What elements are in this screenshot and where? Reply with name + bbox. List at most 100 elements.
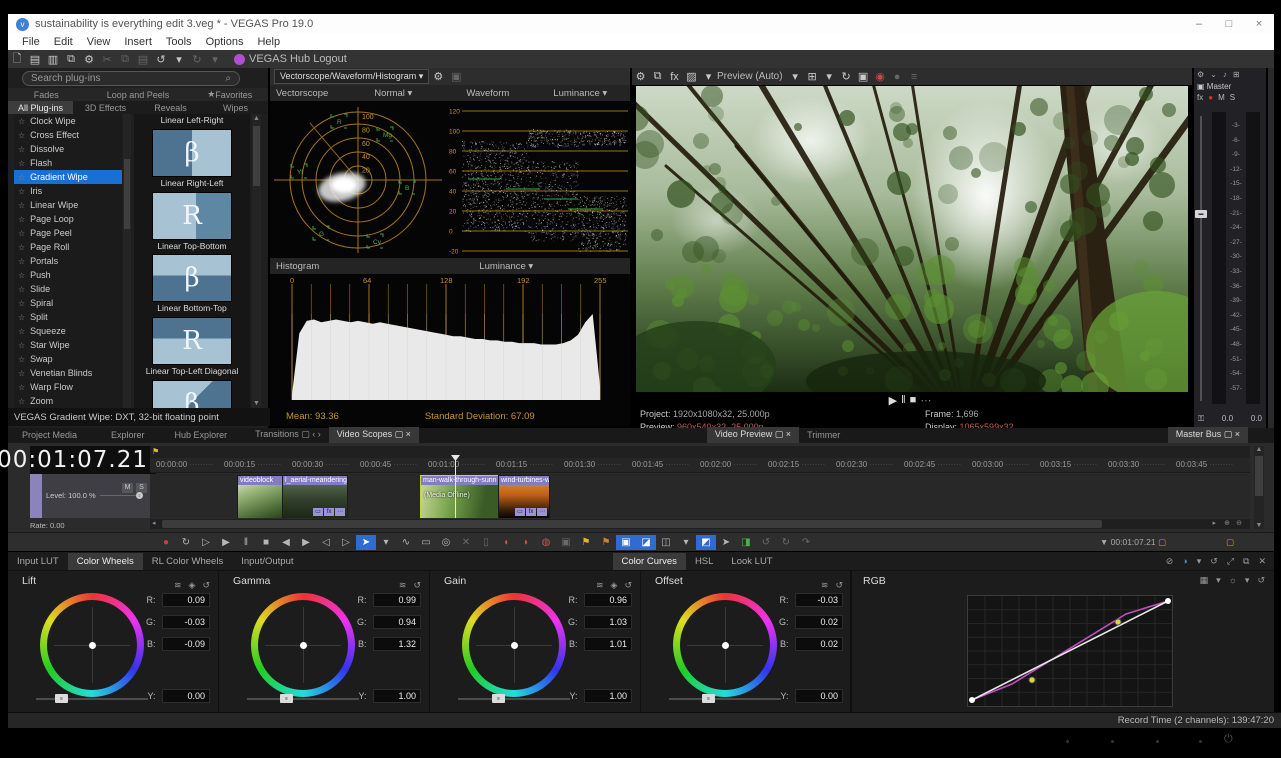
zoom-tool-button[interactable]: ◎ <box>436 535 456 550</box>
plugin-item[interactable]: ☆ Page Peel <box>14 226 122 240</box>
menu-help[interactable]: Help <box>250 36 287 48</box>
audio-fade-in-button[interactable]: ◖ <box>496 535 516 550</box>
insert-video-track-button[interactable]: ▣ <box>616 534 636 550</box>
plugin-item[interactable]: ☆ Page Roll <box>14 240 122 254</box>
preset-scrollbar[interactable]: ▲ ▼ <box>252 114 261 408</box>
timeline-events-lane[interactable]: videoblock l_aerial-meandering ▭ fx ⋯ man-… <box>150 474 1250 518</box>
wheel-slider-handle[interactable]: ≡ <box>702 694 715 703</box>
preview-more-icon[interactable]: ≡ <box>906 71 923 83</box>
preset-thumbnail[interactable]: R <box>152 317 232 366</box>
overlay-icon[interactable]: ⧉ <box>649 70 666 83</box>
snapping-button[interactable]: ◫ <box>656 535 676 550</box>
master-solo-button[interactable]: S <box>1230 93 1235 102</box>
plugin-item[interactable]: ☆ Page Loop <box>14 212 122 226</box>
plugin-item[interactable]: ☆ Spiral <box>14 296 122 310</box>
delete-button[interactable]: ✕ <box>456 535 476 550</box>
properties-icon[interactable]: ⧉ <box>62 53 80 66</box>
previous-frame-button[interactable]: ◁ <box>316 535 336 550</box>
undo-icon[interactable]: ↺ <box>152 53 170 66</box>
wheel-slider[interactable]: ≡ <box>669 694 781 703</box>
tab-look-lut[interactable]: Look LUT <box>722 553 781 570</box>
interactive-tutorials-button[interactable]: ↷ <box>796 535 816 550</box>
favorite-star-icon[interactable]: ☆ <box>18 187 25 196</box>
split-preview-icon[interactable]: ◑ <box>1182 556 1187 567</box>
value-b[interactable]: 1.32 <box>373 637 421 651</box>
tool-dropdown-button[interactable]: ▾ <box>376 535 396 550</box>
auto-ripple-button[interactable]: ◩ <box>696 534 716 550</box>
timeline-clip[interactable]: l_aerial-meandering ▭ fx ⋯ <box>282 475 348 518</box>
pop-out-icon[interactable]: ⤢ <box>1227 556 1234 567</box>
wheel-reset-icon[interactable]: ↺ <box>835 580 843 590</box>
float-window-icon[interactable]: ⧉ <box>1243 556 1249 567</box>
envelope-tool-button[interactable]: ∿ <box>396 535 416 550</box>
tab-input-output[interactable]: Input/Output <box>232 553 302 570</box>
tab-hub-explorer[interactable]: Hub Explorer <box>167 428 236 443</box>
master-fader-handle[interactable]: ▬ <box>1195 210 1207 218</box>
favorite-star-icon[interactable]: ☆ <box>18 341 25 350</box>
value-b[interactable]: 1.01 <box>584 637 632 651</box>
scope-type-dropdown[interactable]: Vectorscope/Waveform/Histogram ▾ <box>274 69 430 84</box>
menu-tools[interactable]: Tools <box>159 36 199 48</box>
plugin-item[interactable]: ☆ Iris <box>14 184 122 198</box>
master-downmix-icon[interactable]: ⌄ <box>1210 70 1217 79</box>
tab-input-lut[interactable]: Input LUT <box>8 553 68 570</box>
wheel-slider[interactable]: ≡ <box>247 694 359 703</box>
snapping-dropdown-button[interactable]: ▾ <box>676 535 696 550</box>
favorite-star-icon[interactable]: ☆ <box>18 173 25 182</box>
next-frame-button[interactable]: ▷ <box>336 535 356 550</box>
wheel-params-icon[interactable]: ≋ <box>596 580 604 590</box>
grid-dropdown-icon[interactable]: ▾ <box>821 70 838 83</box>
redo-dropdown-icon[interactable]: ▾ <box>206 53 224 66</box>
tab-hsl[interactable]: HSL <box>686 553 722 570</box>
wheel-slider-handle[interactable]: ≡ <box>280 694 293 703</box>
minimize-button[interactable]: – <box>1184 18 1214 30</box>
plugin-item[interactable]: ☆ Venetian Blinds <box>14 366 122 380</box>
plugin-item[interactable]: ☆ Cross Effect <box>14 128 122 142</box>
multicam-button[interactable]: ◨ <box>736 535 756 550</box>
value-r[interactable]: -0.03 <box>795 593 843 607</box>
preview-settings-icon[interactable]: ⚙ <box>632 70 649 83</box>
undo-small-button[interactable]: ↺ <box>756 535 776 550</box>
master-dim-icon[interactable]: ♪ <box>1223 70 1227 79</box>
new-project-icon[interactable]: 🗋 <box>8 50 26 69</box>
value-y[interactable]: 0.00 <box>162 689 210 703</box>
cut-icon[interactable]: ✂ <box>98 53 116 66</box>
master-fader-track[interactable] <box>1200 116 1202 401</box>
plugin-item[interactable]: ☆ Portals <box>14 254 122 268</box>
slip-tool-button[interactable]: ➤ <box>716 535 736 550</box>
redo-small-button[interactable]: ↻ <box>776 535 796 550</box>
paste-icon[interactable]: ▤ <box>134 53 152 66</box>
favorite-star-icon[interactable]: ☆ <box>18 131 25 140</box>
preview-play-icon[interactable]: ▶ <box>889 394 901 407</box>
favorite-star-icon[interactable]: ☆ <box>18 257 25 266</box>
tab-all-plugins[interactable]: All Plug-ins <box>8 101 73 114</box>
clip-more-icon[interactable]: ⋯ <box>335 508 345 516</box>
tab-master-bus[interactable]: Master Bus ▢ × <box>1167 427 1248 443</box>
favorite-star-icon[interactable]: ☆ <box>18 397 25 406</box>
settings-icon[interactable]: ⚙ <box>80 53 98 66</box>
plugin-item[interactable]: ☆ Warp Flow <box>14 380 122 394</box>
plugin-item[interactable]: ☆ Split <box>14 310 122 324</box>
wheel-reset-icon[interactable]: ↺ <box>624 580 632 590</box>
wheel-center-dot[interactable] <box>299 641 307 649</box>
value-y[interactable]: 0.00 <box>795 689 843 703</box>
open-icon[interactable]: ▤ <box>26 53 44 66</box>
plugin-list-scrollbar[interactable] <box>123 114 131 408</box>
go-to-start-button[interactable]: ◀ <box>276 535 296 550</box>
curves-channel-caret[interactable]: ▾ <box>1216 575 1221 586</box>
clip-crop-icon[interactable]: ▭ <box>313 508 323 516</box>
save-icon[interactable]: ▥ <box>44 53 62 66</box>
insert-marker-button[interactable]: ⚑ <box>576 535 596 550</box>
value-y[interactable]: 1.00 <box>373 689 421 703</box>
plugin-item[interactable]: ☆ Squeeze <box>14 324 122 338</box>
tab-trimmer[interactable]: Trimmer <box>799 428 848 443</box>
menu-options[interactable]: Options <box>199 36 251 48</box>
wheel-reset-icon[interactable]: ↺ <box>413 580 421 590</box>
wheel-move-icon[interactable]: ◈ <box>189 580 196 590</box>
video-fx-icon[interactable]: fx <box>666 71 683 83</box>
preset-thumbnail[interactable]: β <box>152 254 232 303</box>
redo-icon[interactable]: ↻ <box>188 53 206 66</box>
preview-dropdown-caret[interactable]: ▾ <box>700 70 717 83</box>
audio-normalize-button[interactable]: ◍ <box>536 535 556 550</box>
plugin-item[interactable]: ☆ Slide <box>14 282 122 296</box>
